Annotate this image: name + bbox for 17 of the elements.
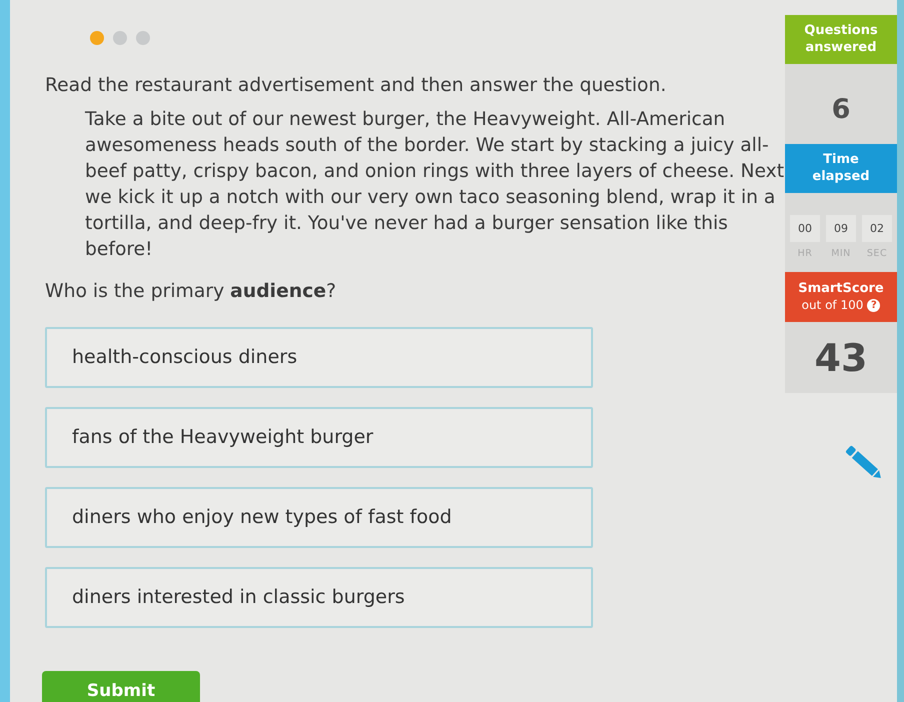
answered-count: 6 [830, 93, 852, 127]
timer-value: 02 [862, 215, 892, 242]
answer-choice[interactable]: diners interested in classic burgers [45, 567, 593, 628]
answer-choice[interactable]: fans of the Heavyweight burger [45, 407, 593, 468]
smartscore-subtitle: out of 100 [802, 297, 864, 314]
questions-answered-header: Questions answered [785, 15, 897, 64]
smartscore-value: 43 [814, 335, 868, 380]
passage-text: Take a bite out of our newest burger, the Heavyweight. All-American awesomeness heads south of the border. We start by stacking a juicy all-beef patty, crispy bacon, and onion rings with three layers of cheese. Next we kick it up a notch with our very own taco seasoning blend, wrap it in a tortilla, and deep-fry it. You've never had a burger sensation like this before! [85, 108, 785, 262]
time-elapsed-header: Time elapsed [785, 144, 897, 193]
smartscore-title: SmartScore [797, 280, 885, 297]
help-icon[interactable]: ? [867, 299, 880, 312]
question-text: Who is the primary audience? [45, 281, 338, 303]
answer-choice[interactable]: diners who enjoy new types of fast food [45, 487, 593, 548]
instruction-text: Read the restaurant advertisement and then answer the question. [45, 75, 668, 97]
timer-value: 00 [790, 215, 820, 242]
timer-value: 09 [826, 215, 856, 242]
answer-choice[interactable]: health-conscious diners [45, 327, 593, 388]
